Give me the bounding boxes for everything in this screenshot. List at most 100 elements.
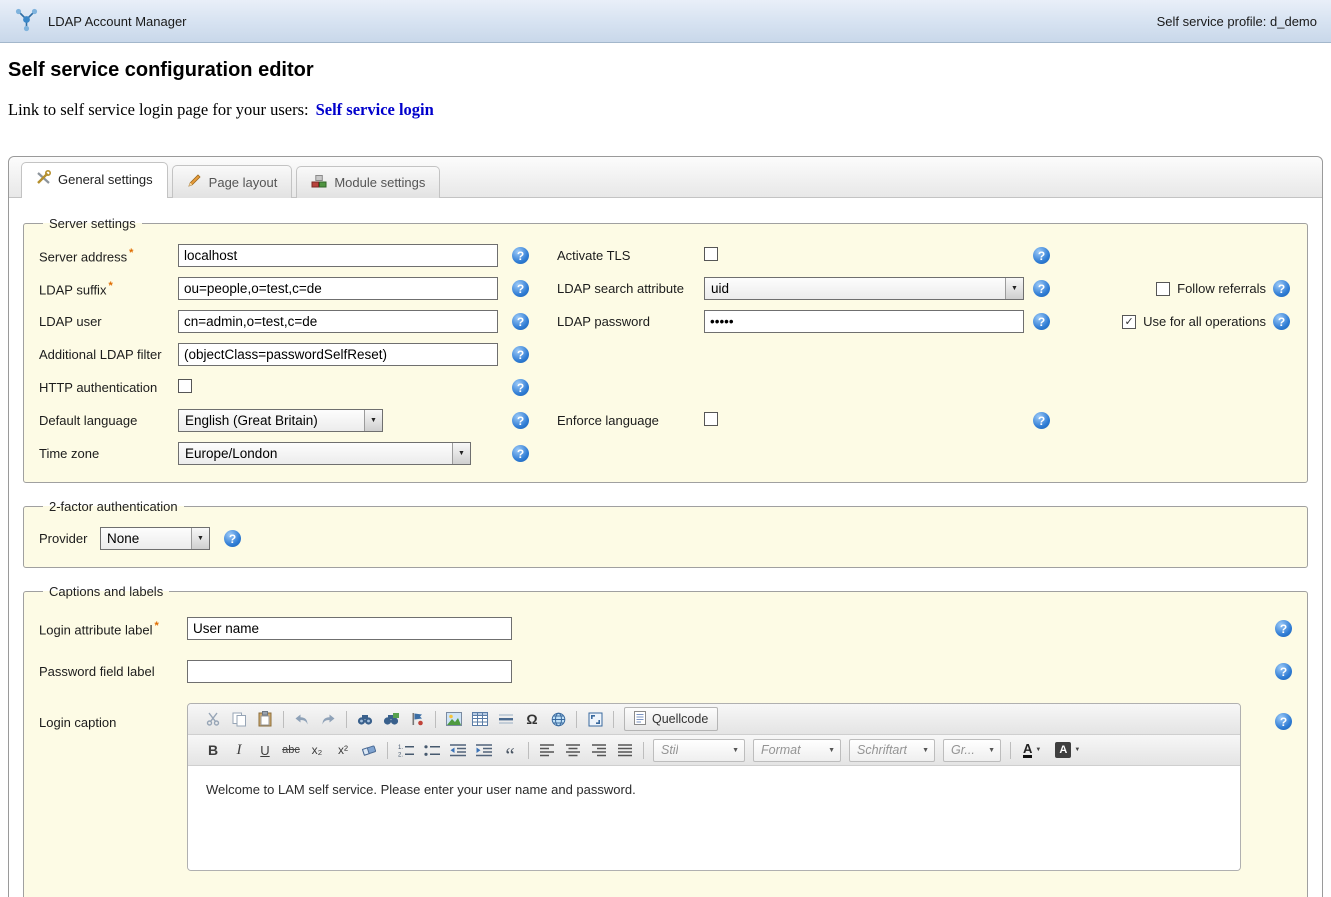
cut-icon[interactable] (201, 707, 225, 731)
strikethrough-button[interactable]: abc (279, 738, 303, 762)
enforce-language-checkbox[interactable] (704, 412, 718, 426)
login-attribute-label: Login attribute label* (39, 620, 187, 637)
default-language-select[interactable]: English (Great Britain) ▼ (178, 409, 383, 432)
indent-icon[interactable] (472, 738, 496, 762)
size-dropdown[interactable]: Gr... ▼ (943, 739, 1001, 762)
help-icon[interactable]: ? (512, 247, 529, 264)
help-icon[interactable]: ? (1033, 247, 1050, 264)
background-color-letter: A (1055, 742, 1071, 758)
ldap-suffix-input[interactable] (178, 277, 498, 300)
align-left-icon[interactable] (535, 738, 559, 762)
font-dropdown[interactable]: Schriftart ▼ (849, 739, 935, 762)
maximize-icon[interactable] (583, 707, 607, 731)
image-icon[interactable] (442, 707, 466, 731)
help-icon[interactable]: ? (1275, 663, 1292, 680)
superscript-button[interactable]: x² (331, 738, 355, 762)
editor-content[interactable]: Welcome to LAM self service. Please ente… (188, 766, 1240, 870)
help-icon[interactable]: ? (512, 379, 529, 396)
italic-button[interactable]: I (227, 738, 251, 762)
undo-icon[interactable] (290, 707, 314, 731)
remove-format-icon[interactable] (357, 738, 381, 762)
spellcheck-flag-icon[interactable] (405, 707, 429, 731)
horizontal-rule-icon[interactable] (494, 707, 518, 731)
dropdown-value: Gr... (951, 743, 975, 757)
dropdown-value: Format (761, 743, 801, 757)
tab-module-settings[interactable]: Module settings (296, 166, 440, 198)
paste-icon[interactable] (253, 707, 277, 731)
redo-icon[interactable] (316, 707, 340, 731)
ldap-search-attribute-select[interactable]: uid ▼ (704, 277, 1024, 300)
help-icon[interactable]: ? (1275, 713, 1292, 730)
activate-tls-checkbox[interactable] (704, 247, 718, 261)
special-char-icon[interactable]: Ω (520, 707, 544, 731)
align-justify-icon[interactable] (613, 738, 637, 762)
time-zone-select[interactable]: Europe/London ▼ (178, 442, 471, 465)
blockquote-icon[interactable]: “ (498, 738, 522, 762)
help-icon[interactable]: ? (1033, 280, 1050, 297)
http-authentication-label: HTTP authentication (39, 380, 178, 395)
http-authentication-checkbox[interactable] (178, 379, 192, 393)
help-icon[interactable]: ? (1273, 280, 1290, 297)
lam-logo-icon (14, 7, 39, 35)
text-color-letter: A (1023, 742, 1032, 759)
self-service-login-link[interactable]: Self service login (316, 100, 434, 119)
source-button[interactable]: Quellcode (624, 707, 718, 731)
align-center-icon[interactable] (561, 738, 585, 762)
use-for-all-operations-checkbox[interactable]: ✓ (1122, 315, 1136, 329)
help-icon[interactable]: ? (1033, 412, 1050, 429)
ldap-filter-row: Additional LDAP filter ? (39, 338, 1292, 371)
help-icon[interactable]: ? (1033, 313, 1050, 330)
password-field-label: Password field label (39, 664, 187, 679)
toolbar-separator (346, 711, 347, 728)
help-icon[interactable]: ? (1275, 620, 1292, 637)
login-attribute-input[interactable] (187, 617, 512, 640)
help-icon[interactable]: ? (512, 412, 529, 429)
provider-select[interactable]: None ▼ (100, 527, 210, 550)
help-icon[interactable]: ? (512, 280, 529, 297)
additional-ldap-filter-input[interactable] (178, 343, 498, 366)
bold-button[interactable]: B (201, 738, 225, 762)
toolbar-separator (283, 711, 284, 728)
time-zone-row: Time zone Europe/London ▼ ? (39, 437, 1292, 470)
login-link-intro: Link to self service login page for your… (8, 100, 309, 119)
select-arrow-icon: ▼ (1005, 278, 1023, 299)
help-icon[interactable]: ? (512, 445, 529, 462)
text-color-button[interactable]: A ▼ (1018, 738, 1046, 762)
ldap-suffix-label: LDAP suffix* (39, 280, 178, 297)
editor-toolbar-row-2: B I U abc x₂ x² 1.2. (188, 735, 1240, 766)
help-icon[interactable]: ? (224, 530, 241, 547)
subscript-button[interactable]: x₂ (305, 738, 329, 762)
bulleted-list-icon[interactable] (420, 738, 444, 762)
format-dropdown[interactable]: Format ▼ (753, 739, 841, 762)
underline-button[interactable]: U (253, 738, 277, 762)
select-value: uid (705, 278, 1005, 299)
align-right-icon[interactable] (587, 738, 611, 762)
iframe-globe-icon[interactable] (546, 707, 570, 731)
caret-icon: ▼ (1074, 747, 1080, 753)
server-address-input[interactable] (178, 244, 498, 267)
ldap-user-row: LDAP user ? LDAP password ? ✓ Use for al… (39, 305, 1292, 338)
find-icon[interactable] (353, 707, 377, 731)
follow-referrals-checkbox[interactable] (1156, 282, 1170, 296)
numbered-list-icon[interactable]: 1.2. (394, 738, 418, 762)
ldap-user-input[interactable] (178, 310, 498, 333)
ldap-password-input[interactable] (704, 310, 1024, 333)
tab-page-layout[interactable]: Page layout (172, 165, 293, 198)
ldap-suffix-row: LDAP suffix* ? LDAP search attribute uid… (39, 272, 1292, 305)
background-color-button[interactable]: A ▼ (1050, 738, 1085, 762)
copy-icon[interactable] (227, 707, 251, 731)
password-field-label-input[interactable] (187, 660, 512, 683)
http-authentication-row: HTTP authentication ? (39, 371, 1292, 404)
replace-icon[interactable] (379, 707, 403, 731)
server-settings-fieldset: Server settings Server address* ? Activa… (23, 216, 1308, 483)
toolbar-separator (1010, 742, 1011, 759)
required-marker: * (154, 620, 158, 632)
help-icon[interactable]: ? (512, 346, 529, 363)
help-icon[interactable]: ? (1273, 313, 1290, 330)
styles-dropdown[interactable]: Stil ▼ (653, 739, 745, 762)
outdent-icon[interactable] (446, 738, 470, 762)
tab-general-settings[interactable]: General settings (21, 162, 168, 198)
ldap-password-label: LDAP password (557, 314, 704, 329)
table-icon[interactable] (468, 707, 492, 731)
help-icon[interactable]: ? (512, 313, 529, 330)
